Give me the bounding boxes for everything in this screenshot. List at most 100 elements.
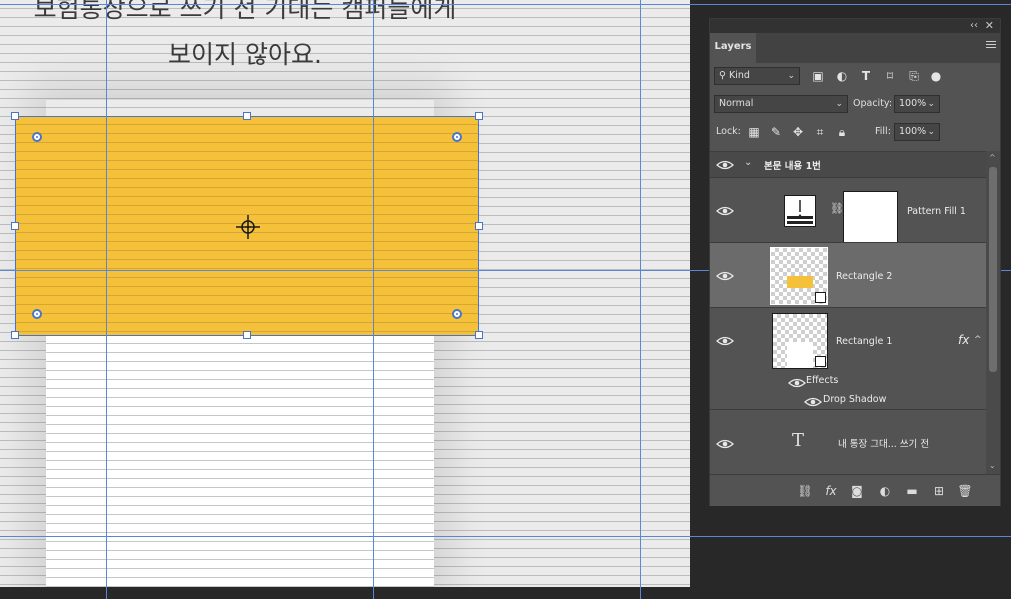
corner-radius-handle[interactable] <box>452 309 462 319</box>
transform-handle-bottom-right[interactable] <box>475 331 483 339</box>
chevron-down-icon: ⌄ <box>835 99 843 109</box>
new-layer-icon[interactable]: ⊞ <box>930 482 948 500</box>
tab-layers[interactable]: Layers <box>710 33 756 63</box>
lock-artboard-icon[interactable]: ⌗ <box>812 124 828 140</box>
fill-value: 100% <box>899 126 927 137</box>
fill-label: Fill: <box>875 126 891 137</box>
transform-handle-left[interactable] <box>11 222 19 230</box>
opacity-input[interactable]: 100% ⌄ <box>894 95 940 113</box>
artboard[interactable]: 보험통장으로 쓰기 전 기대는 캠퍼들에게 보이지 않아요. <box>0 0 690 587</box>
scroll-up-icon[interactable]: ^ <box>989 153 996 162</box>
layer-list-scrollbar[interactable]: ^ ⌄ <box>986 151 1000 474</box>
drop-shadow-eye-icon[interactable] <box>804 396 822 408</box>
lock-all-icon[interactable]: 🔒︎ <box>834 124 850 140</box>
visibility-eye-icon[interactable] <box>716 270 734 282</box>
guide-vertical[interactable] <box>106 0 107 599</box>
heading-line-2: 보이지 않아요. <box>168 40 322 69</box>
new-adjustment-layer-icon[interactable]: ◐ <box>876 482 894 500</box>
layer-list: ⌄ 본문 내용 1번 ⛓ Pattern Fill 1 Rectangle 2 … <box>710 151 986 474</box>
smart-object-filter-icon[interactable]: ⎘ <box>906 68 922 84</box>
fill-input[interactable]: 100% ⌄ <box>894 123 940 141</box>
lock-position-icon[interactable]: ✥ <box>790 124 806 140</box>
filter-kind-select[interactable]: ⚲ Kind ⌄ <box>714 67 800 85</box>
layer-thumbnail <box>772 313 828 369</box>
rectangle-1-preview <box>787 342 813 368</box>
shape-filter-icon[interactable]: ⌑ <box>882 68 898 84</box>
layer-name: Rectangle 2 <box>836 271 893 282</box>
heading-text[interactable]: 보험통장으로 쓰기 전 기대는 캠퍼들에게 보이지 않아요. <box>0 0 490 78</box>
blend-mode-value: Normal <box>719 98 754 109</box>
layer-thumbnail <box>770 247 828 305</box>
chevron-down-icon: ⌄ <box>927 99 935 109</box>
transform-handle-top-left[interactable] <box>11 112 19 120</box>
layer-mask-thumbnail <box>843 191 898 246</box>
transform-handle-right[interactable] <box>475 222 483 230</box>
blend-mode-select[interactable]: Normal ⌄ <box>714 95 848 113</box>
layer-name: 내 통장 그대... 쓰기 전 <box>838 439 930 450</box>
reference-point-icon[interactable] <box>236 215 260 239</box>
layer-row-rectangle-1[interactable]: Rectangle 1 fx ^ Effects Drop Shadow <box>710 307 986 409</box>
corner-radius-handle[interactable] <box>32 132 42 142</box>
pattern-fill-thumbnail <box>784 195 816 227</box>
guide-horizontal[interactable] <box>0 536 1011 537</box>
guide-vertical[interactable] <box>373 0 374 599</box>
scroll-down-icon[interactable]: ⌄ <box>989 461 996 470</box>
shape-layer-icon <box>815 292 826 303</box>
layer-row-pattern-fill[interactable]: ⛓ Pattern Fill 1 <box>710 177 986 246</box>
visibility-eye-icon[interactable] <box>716 205 734 217</box>
visibility-eye-icon[interactable] <box>716 159 734 171</box>
collapse-icon[interactable]: ‹‹ <box>970 19 978 33</box>
transform-handle-top-right[interactable] <box>475 112 483 120</box>
guide-horizontal[interactable] <box>0 4 1011 5</box>
panel-menu-icon[interactable] <box>986 41 996 51</box>
lock-row: Lock: ▦ ✎ ✥ ⌗ 🔒︎ Fill: 100% ⌄ <box>710 119 1000 147</box>
lock-image-pixels-icon[interactable]: ✎ <box>768 124 784 140</box>
layer-name: Pattern Fill 1 <box>907 206 966 217</box>
transform-handle-top[interactable] <box>243 112 251 120</box>
lock-transparent-pixels-icon[interactable]: ▦ <box>746 124 762 140</box>
layer-group-row[interactable]: ⌄ 본문 내용 1번 <box>710 151 986 177</box>
add-layer-style-icon[interactable]: fx <box>822 482 840 500</box>
layer-name: Rectangle 1 <box>836 336 893 347</box>
scroll-thumb[interactable] <box>989 167 997 372</box>
opacity-label: Opacity: <box>853 98 893 109</box>
delete-layer-icon[interactable]: 🗑︎ <box>956 482 974 500</box>
group-name: 본문 내용 1번 <box>764 161 821 172</box>
rectangle-2-preview <box>787 276 813 288</box>
image-filter-icon[interactable]: ▣ <box>810 68 826 84</box>
chevron-down-icon: ⌄ <box>927 127 935 137</box>
close-icon[interactable]: ✕ <box>985 19 994 33</box>
type-filter-icon[interactable]: T <box>858 68 874 84</box>
effects-label[interactable]: Effects <box>806 375 838 386</box>
transform-handle-bottom[interactable] <box>243 331 251 339</box>
rectangle-1-shape[interactable] <box>46 335 434 587</box>
chevron-down-icon[interactable]: ⌄ <box>744 157 752 168</box>
effects-eye-icon[interactable] <box>788 377 806 389</box>
pattern-fill-icon <box>785 196 815 226</box>
text-layer-icon: T <box>792 430 805 451</box>
filter-kind-label: Kind <box>729 70 750 81</box>
adjustment-filter-icon[interactable]: ◐ <box>834 68 850 84</box>
opacity-value: 100% <box>899 98 927 109</box>
fx-icon[interactable]: fx <box>958 333 969 347</box>
layer-row-rectangle-2[interactable]: Rectangle 2 <box>710 242 986 307</box>
new-group-icon[interactable]: ▬ <box>903 482 921 500</box>
layers-footer: ⛓ fx ◙ ◐ ▬ ⊞ 🗑︎ <box>710 474 1000 506</box>
drop-shadow-label[interactable]: Drop Shadow <box>823 394 886 405</box>
shape-layer-icon <box>815 356 826 367</box>
layer-row-text[interactable]: T 내 통장 그대... 쓰기 전 <box>710 409 986 474</box>
corner-radius-handle[interactable] <box>452 132 462 142</box>
transform-handle-bottom-left[interactable] <box>11 331 19 339</box>
add-mask-icon[interactable]: ◙ <box>848 482 866 500</box>
chevron-down-icon: ⌄ <box>787 71 795 81</box>
corner-radius-handle[interactable] <box>32 309 42 319</box>
guide-vertical[interactable] <box>640 0 641 599</box>
visibility-eye-icon[interactable] <box>716 335 734 347</box>
visibility-eye-icon[interactable] <box>716 438 734 450</box>
layers-panel: ‹‹ ✕ Layers ⚲ Kind ⌄ ▣ ◐ T ⌑ ⎘ ● Normal … <box>709 18 1001 506</box>
link-layers-icon[interactable]: ⛓ <box>796 482 814 500</box>
workspace: 보험통장으로 쓰기 전 기대는 캠퍼들에게 보이지 않아요. ‹‹ ✕ Laye… <box>0 0 1011 599</box>
filter-toggle-icon[interactable]: ● <box>928 68 944 84</box>
link-icon[interactable]: ⛓ <box>830 202 844 215</box>
chevron-up-icon[interactable]: ^ <box>974 335 982 345</box>
